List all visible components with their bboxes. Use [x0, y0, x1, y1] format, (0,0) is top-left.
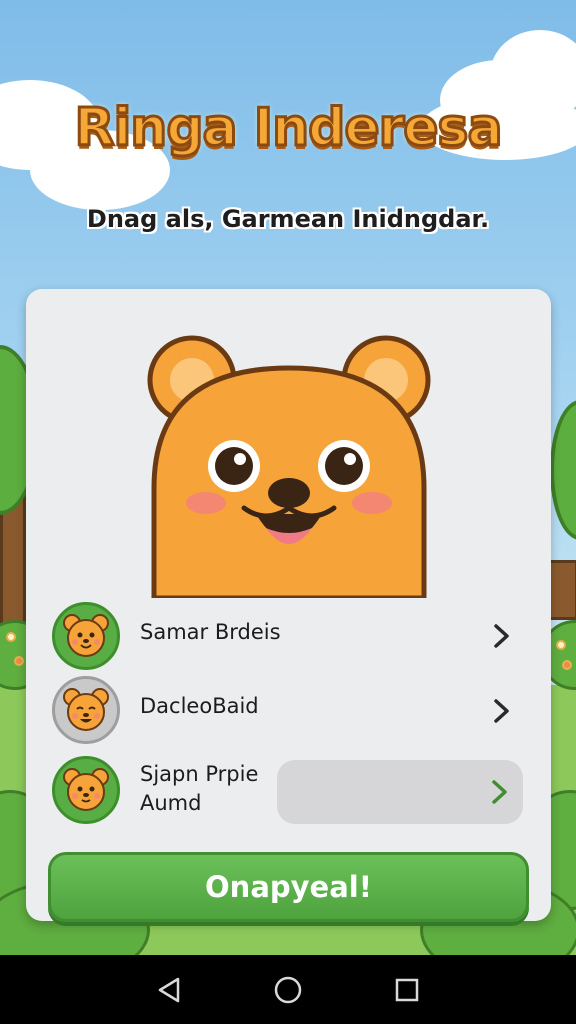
character-name: Samar Brdeis [140, 620, 281, 644]
chevron-right-icon [494, 624, 509, 648]
game-title: Ringa Inderesa [73, 97, 504, 160]
character-row-selected[interactable]: Sjapn Prpie Aumd [52, 756, 527, 826]
home-circle-icon[interactable] [272, 974, 304, 1006]
character-row[interactable]: Samar Brdeis [52, 602, 527, 672]
hero-bear-icon [147, 335, 431, 598]
back-triangle-icon[interactable] [153, 974, 185, 1006]
bear-face-icon [52, 676, 120, 744]
character-name: Sjapn Prpie Aumd [140, 762, 259, 815]
bear-face-icon [52, 602, 120, 670]
game-subtitle: Dnag als, Garmean Inidngdar. [86, 205, 490, 233]
chevron-right-icon [494, 699, 509, 723]
bear-face-icon [52, 756, 120, 824]
character-name: DacleoBaid [140, 694, 259, 718]
play-button[interactable]: Onapyeal! [48, 852, 529, 922]
android-nav-bar [0, 955, 576, 1024]
chevron-right-icon [492, 780, 507, 804]
recents-square-icon[interactable] [391, 974, 423, 1006]
character-row[interactable]: DacleoBaid [52, 676, 527, 746]
